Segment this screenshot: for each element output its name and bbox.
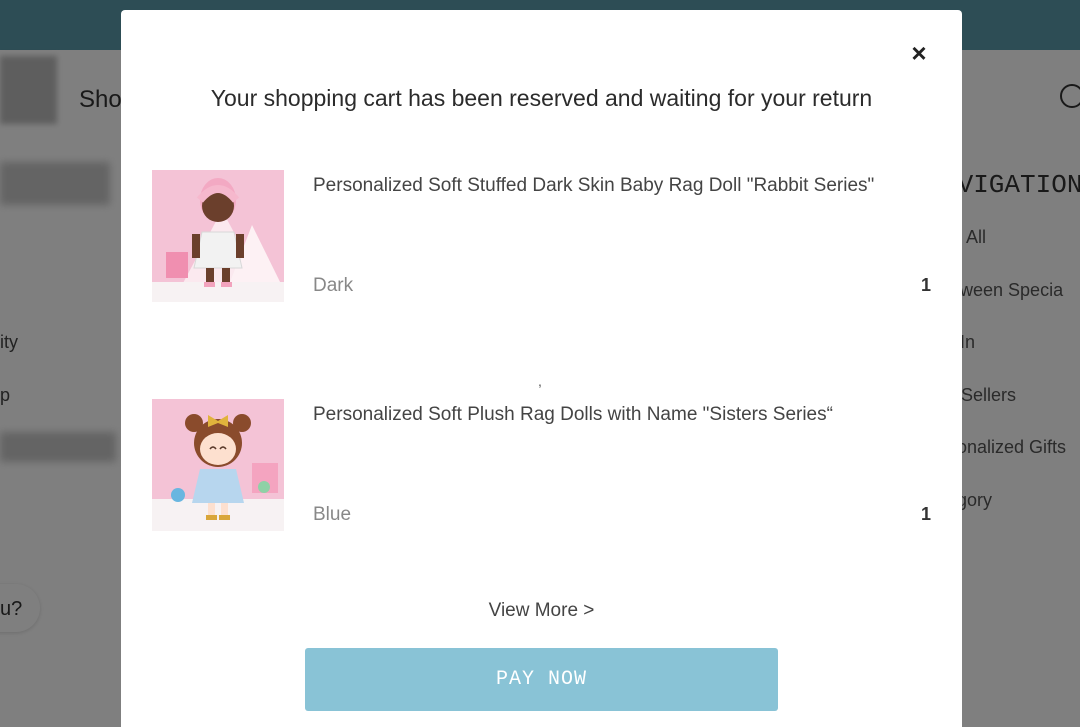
item-quantity: 1 (920, 504, 931, 524)
product-image[interactable] (152, 399, 284, 531)
cart-item: Personalized Soft Stuffed Dark Skin Baby… (152, 170, 932, 302)
item-variant: Blue (313, 504, 352, 525)
item-separator: , (538, 373, 542, 389)
item-name[interactable]: Personalized Soft Plush Rag Dolls with N… (313, 404, 833, 426)
pay-now-button[interactable]: PAY NOW (305, 648, 778, 711)
rabbit-doll-image (152, 170, 284, 302)
cart-reminder-modal: × Your shopping cart has been reserved a… (121, 10, 962, 727)
item-name[interactable]: Personalized Soft Stuffed Dark Skin Baby… (313, 175, 874, 197)
item-variant: Dark (313, 275, 354, 296)
item-quantity: 1 (920, 275, 931, 295)
sisters-doll-image (152, 399, 284, 531)
view-more-link[interactable]: View More > (121, 600, 962, 622)
modal-title: Your shopping cart has been reserved and… (210, 85, 873, 111)
cart-item: Personalized Soft Plush Rag Dolls with N… (152, 399, 932, 531)
product-image[interactable] (152, 170, 284, 302)
close-button[interactable]: × (908, 40, 930, 66)
